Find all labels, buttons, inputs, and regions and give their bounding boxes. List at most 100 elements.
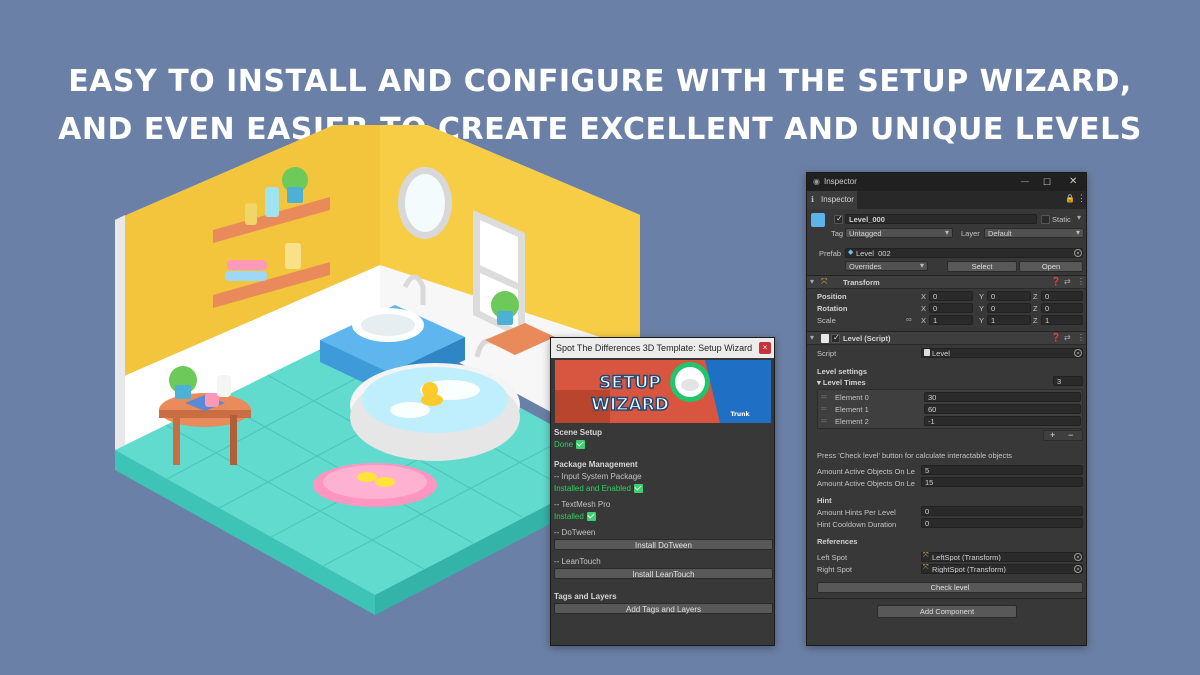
gameobject-cube-icon <box>811 213 825 227</box>
open-button[interactable]: Open <box>1019 261 1083 272</box>
collapse-arrow-icon[interactable]: ▾ <box>810 277 814 286</box>
level-times-label[interactable]: ▾ Level Times <box>817 378 866 387</box>
preset-icon[interactable]: ⇄ <box>1064 333 1071 342</box>
add-element-button[interactable]: + <box>1050 430 1055 440</box>
scale-y-field[interactable]: 1 <box>987 315 1031 325</box>
close-icon[interactable]: ✕ <box>1069 173 1077 191</box>
axis-x-label: X <box>921 292 927 301</box>
minimize-icon[interactable]: — <box>1021 173 1029 191</box>
static-checkbox[interactable] <box>1041 215 1050 224</box>
help-icon[interactable]: ❓ <box>1051 333 1061 342</box>
level-times-count-field[interactable]: 3 <box>1053 376 1083 386</box>
wizard-title: Spot The Differences 3D Template: Setup … <box>556 343 753 353</box>
install-leantouch-button[interactable]: Install LeanTouch <box>554 568 773 579</box>
level-script-title: Level (Script) <box>843 334 891 343</box>
layer-label: Layer <box>961 229 980 238</box>
rotation-y-field[interactable]: 0 <box>987 303 1031 313</box>
script-label: Script <box>817 349 837 358</box>
scale-z-field[interactable]: 1 <box>1041 315 1083 325</box>
script-field[interactable]: Level <box>921 348 1083 358</box>
position-z-field[interactable]: 0 <box>1041 291 1083 301</box>
chevron-down-icon[interactable]: ▾ <box>1077 213 1081 222</box>
tag-dropdown[interactable]: Untagged <box>845 228 953 238</box>
hint-cooldown-label: Hint Cooldown Duration <box>817 520 897 529</box>
active-objects-1-field[interactable]: 5 <box>921 465 1083 475</box>
inspector-window-title: Inspector <box>824 177 857 186</box>
more-options-icon[interactable]: ⋮ <box>1077 193 1086 204</box>
hints-per-level-field[interactable]: 0 <box>921 506 1083 516</box>
axis-y-label: Y <box>979 292 985 301</box>
drag-handle-icon[interactable]: ═ <box>821 392 827 401</box>
script-icon <box>821 334 829 343</box>
info-icon: ℹ <box>811 195 815 204</box>
axis-z-label: Z <box>1033 304 1038 313</box>
hint-cooldown-field[interactable]: 0 <box>921 518 1083 528</box>
install-dotween-button[interactable]: Install DoTween <box>554 539 773 550</box>
position-label: Position <box>817 292 847 301</box>
active-objects-2-field[interactable]: 15 <box>921 477 1083 487</box>
wizard-title-bar[interactable]: Spot The Differences 3D Template: Setup … <box>551 338 774 358</box>
rotation-z-field[interactable]: 0 <box>1041 303 1083 313</box>
prefab-icon: ◆ <box>848 249 854 256</box>
hint-heading: Hint <box>817 496 832 505</box>
close-button[interactable]: × <box>759 342 771 354</box>
input-system-status: Installed and Enabled <box>554 484 643 493</box>
help-icon[interactable]: ❓ <box>1051 277 1061 286</box>
active-checkbox[interactable] <box>834 214 843 224</box>
maximize-icon[interactable]: ☐ <box>1043 173 1051 191</box>
axis-z-label: Z <box>1033 292 1038 301</box>
check-icon <box>576 440 586 449</box>
right-spot-label: Right Spot <box>817 565 853 574</box>
leantouch-label: -- LeanTouch <box>554 557 601 566</box>
transform-header[interactable]: ▾ ⤧ Transform ❓ ⇄ ⋮ <box>807 275 1086 289</box>
element-2-field[interactable]: -1 <box>924 416 1081 426</box>
select-button[interactable]: Select <box>947 261 1017 272</box>
object-picker-icon[interactable] <box>1074 249 1082 257</box>
check-level-button[interactable]: Check level <box>817 582 1083 593</box>
textmesh-status-text: Installed <box>554 512 584 521</box>
overrides-dropdown[interactable]: Overrides <box>845 261 928 271</box>
rotation-x-field[interactable]: 0 <box>929 303 973 313</box>
transform-icon: ⤧ <box>923 564 929 571</box>
element-0-field[interactable]: 30 <box>924 392 1081 402</box>
remove-element-button[interactable]: − <box>1068 430 1073 440</box>
prefab-field[interactable]: Level_002 <box>845 248 1083 258</box>
tab-inspector[interactable]: ℹ Inspector <box>807 191 857 209</box>
scale-x-field[interactable]: 1 <box>929 315 973 325</box>
inspector-title-bar[interactable]: ◉ Inspector — ☐ ✕ <box>807 173 1086 191</box>
axis-x-label: X <box>921 316 927 325</box>
input-system-label: -- Input System Package <box>554 472 642 481</box>
drag-handle-icon[interactable]: ═ <box>821 416 827 425</box>
add-tags-layers-button[interactable]: Add Tags and Layers <box>554 603 773 614</box>
object-name-field[interactable]: Level_000 <box>845 214 1037 224</box>
preset-icon[interactable]: ⇄ <box>1064 277 1071 286</box>
object-picker-icon[interactable] <box>1074 553 1082 561</box>
headline-line-1: EASY TO INSTALL AND CONFIGURE WITH THE S… <box>68 64 1132 99</box>
transform-icon: ⤧ <box>923 552 929 559</box>
right-spot-field[interactable]: RightSpot (Transform) <box>921 564 1083 574</box>
level-script-header[interactable]: ▾ Level (Script) ❓ ⇄ ⋮ <box>807 331 1086 345</box>
script-enabled-checkbox[interactable] <box>831 333 840 343</box>
element-1-field[interactable]: 60 <box>924 404 1081 414</box>
left-spot-field[interactable]: LeftSpot (Transform) <box>921 552 1083 562</box>
scene-setup-status-text: Done <box>554 440 574 449</box>
drag-handle-icon[interactable]: ═ <box>821 404 827 413</box>
object-picker-icon[interactable] <box>1074 565 1082 573</box>
active-objects-1-label: Amount Active Objects On Le <box>817 467 915 476</box>
layer-dropdown[interactable]: Default <box>984 228 1084 238</box>
wizard-banner-image: SETUP WIZARD Trunk <box>555 360 771 423</box>
component-menu-icon[interactable]: ⋮ <box>1077 333 1085 342</box>
collapse-arrow-icon[interactable]: ▾ <box>810 333 814 342</box>
level-times-text: Level Times <box>822 378 866 387</box>
object-picker-icon[interactable] <box>1074 349 1082 357</box>
add-component-button[interactable]: Add Component <box>877 605 1017 618</box>
textmesh-status: Installed <box>554 512 596 521</box>
textmesh-label: -- TextMesh Pro <box>554 500 611 509</box>
link-icon[interactable]: ∞ <box>906 315 912 324</box>
check-icon <box>586 512 596 521</box>
position-y-field[interactable]: 0 <box>987 291 1031 301</box>
component-menu-icon[interactable]: ⋮ <box>1077 277 1085 286</box>
lock-icon[interactable]: 🔒 <box>1065 194 1075 203</box>
position-x-field[interactable]: 0 <box>929 291 973 301</box>
inspector-window-icon: ◉ <box>813 177 820 186</box>
